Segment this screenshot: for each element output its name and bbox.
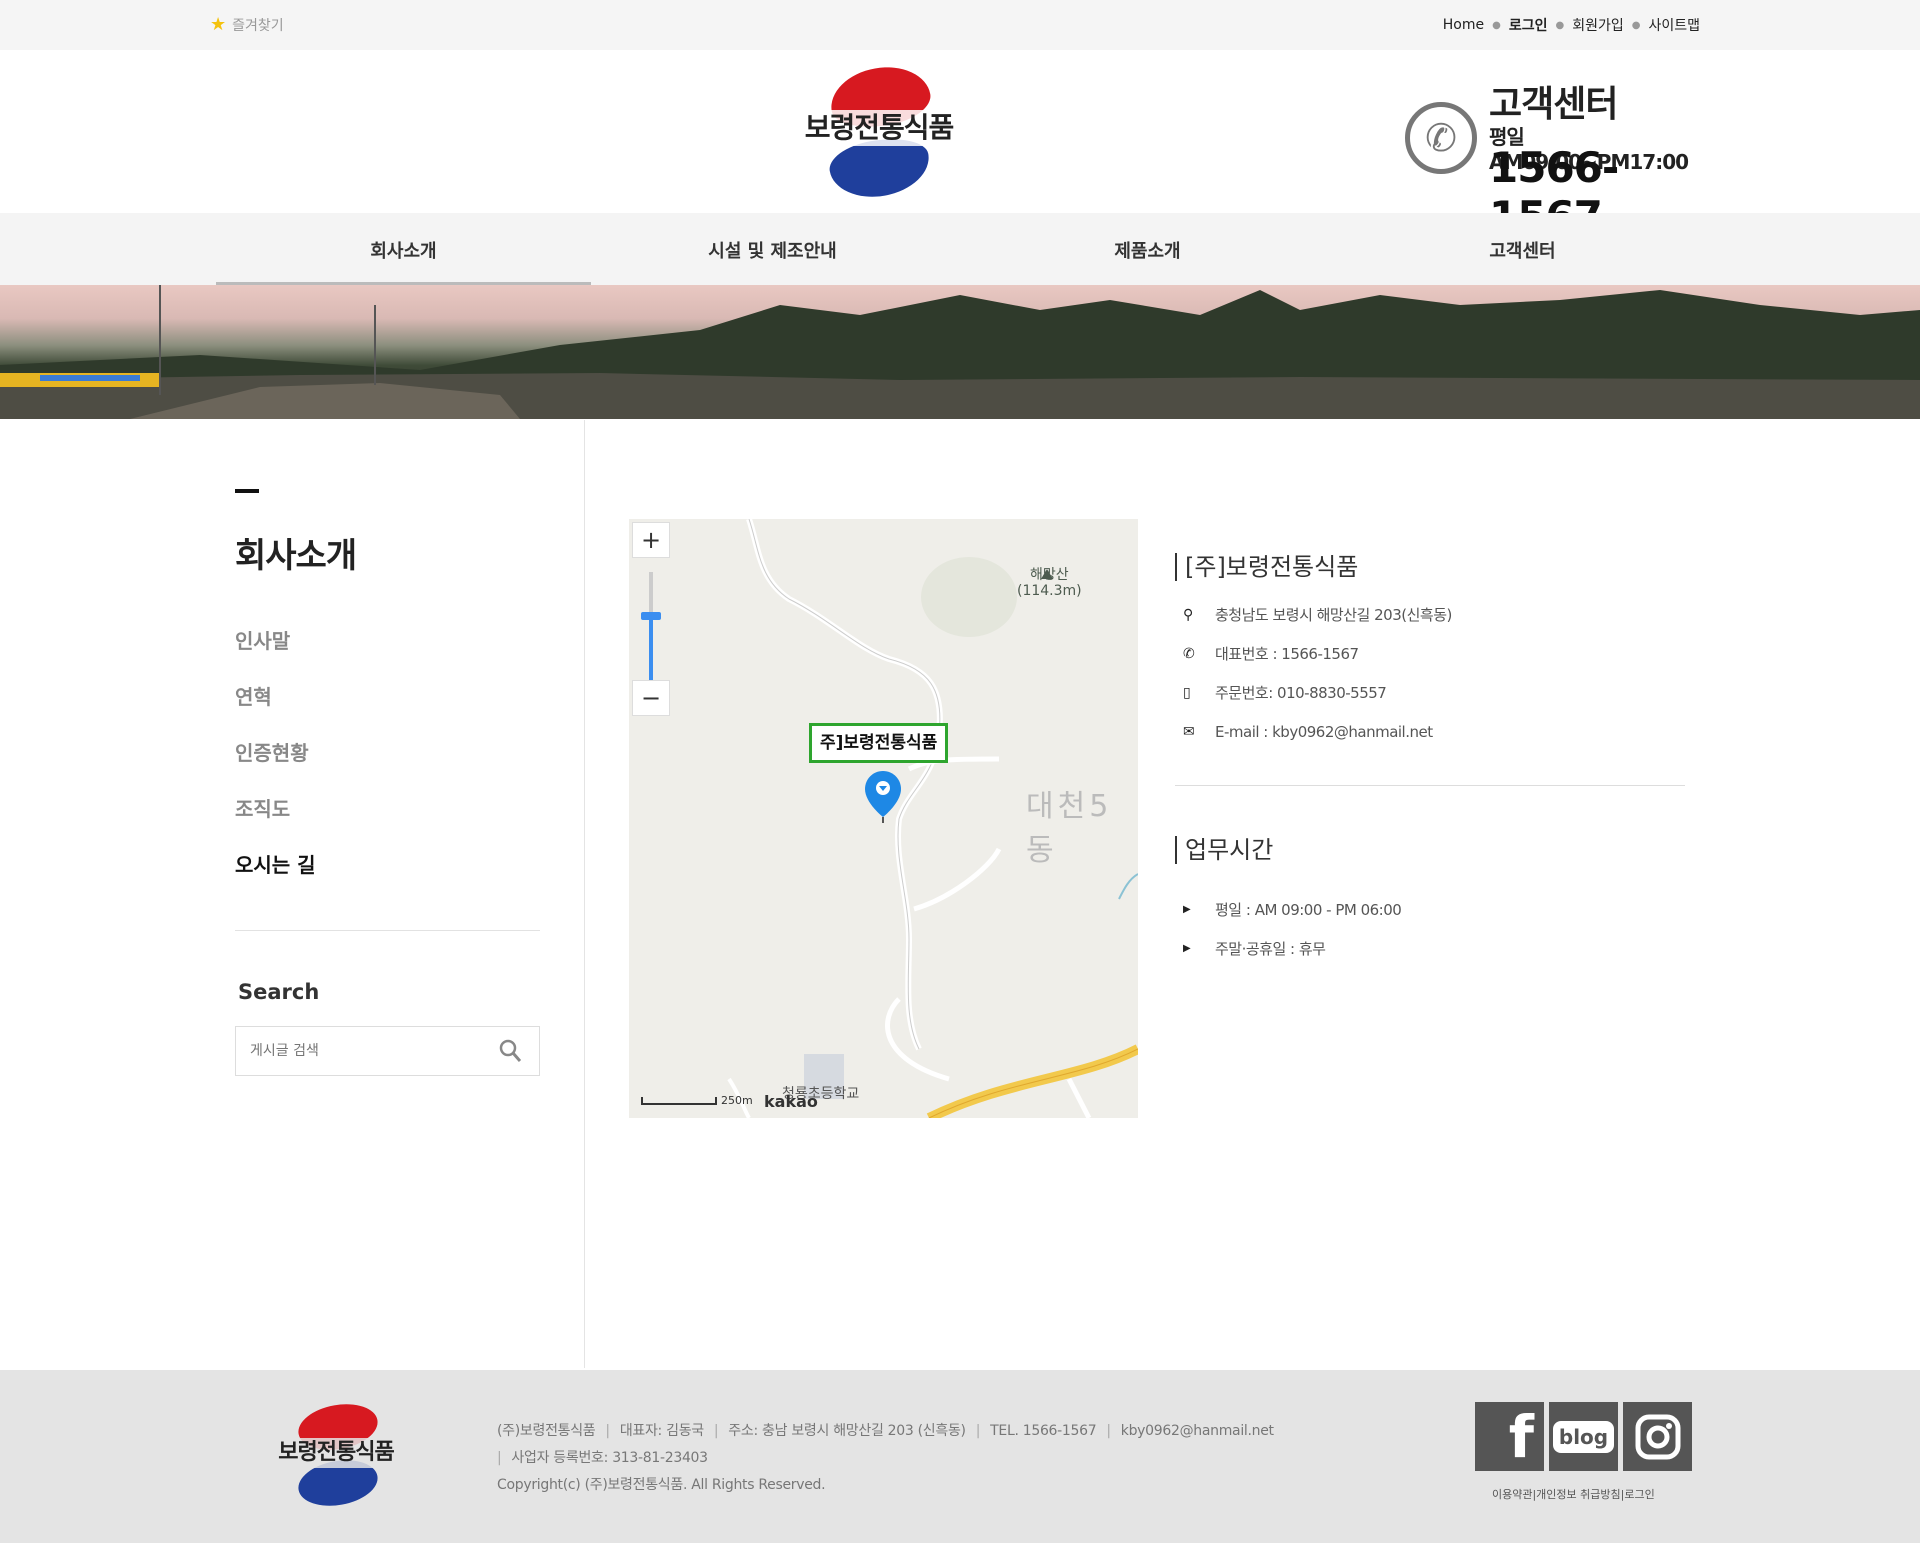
- footer-ceo: 대표자: 김동국: [619, 1423, 704, 1439]
- company-info: [주]보령전통식품 ⚲ 충청남도 보령시 해망산길 203(신흑동) ✆ 대표번…: [1175, 553, 1685, 968]
- site-header: 보령전통식품 ✆ 고객센터 평일 AM09:00~PM17:00 1566-15…: [0, 50, 1920, 241]
- customer-center: ✆ 고객센터 평일 AM09:00~PM17:00 1566-1567: [1405, 75, 1705, 241]
- address-text: 충청남도 보령시 해망산길 203(신흑동): [1215, 606, 1452, 624]
- cs-title: 고객센터: [1489, 84, 1618, 125]
- order-phone-row: ▯ 주문번호: 010-8830-5557: [1175, 673, 1685, 712]
- footer-email: kby0962@hanmail.net: [1120, 1423, 1274, 1439]
- sidebar-item-greeting[interactable]: 인사말: [235, 625, 540, 681]
- zoom-slider-handle[interactable]: [641, 612, 661, 620]
- mobile-icon: ▯: [1183, 684, 1191, 701]
- footer-logo[interactable]: 보령전통식품: [270, 1398, 402, 1512]
- weekend-hours-row: ▶ 주말·공휴일 : 휴무: [1175, 929, 1685, 968]
- divider: [1175, 785, 1685, 786]
- scale-bar: [641, 1097, 717, 1105]
- signup-link[interactable]: 회원가입: [1572, 15, 1624, 35]
- logo-text: 보령전통식품: [795, 110, 963, 146]
- sidebar-title: 회사소개: [235, 536, 357, 576]
- sidebar-menu: 인사말 연혁 인증현황 조직도 오시는 길: [235, 625, 540, 905]
- main-phone-row: ✆ 대표번호 : 1566-1567: [1175, 634, 1685, 673]
- mountain-height: (114.3m): [1017, 583, 1082, 599]
- nav-facility[interactable]: 시설 및 제조안내: [585, 213, 960, 285]
- footer-logo-text: 보령전통식품: [270, 1438, 402, 1468]
- sidebar-item-directions[interactable]: 오시는 길: [235, 849, 540, 905]
- mountain-name: 해망산: [1030, 567, 1069, 583]
- sidebar-item-organization[interactable]: 조직도: [235, 793, 540, 849]
- scale-value: 250m: [721, 1094, 753, 1107]
- footer-tel: TEL. 1566-1567: [990, 1423, 1097, 1439]
- bookmark-link[interactable]: ★ 즐겨찾기: [210, 14, 284, 35]
- search-title: Search: [238, 980, 320, 1004]
- top-utility-bar: ★ 즐겨찾기 Home ● 로그인 ● 회원가입 ● 사이트맵: [0, 0, 1920, 50]
- blog-label: blog: [1552, 1420, 1615, 1453]
- location-pin-icon: ⚲: [1183, 606, 1193, 623]
- envelope-icon: ✉: [1183, 723, 1195, 740]
- nav-products[interactable]: 제품소개: [960, 213, 1335, 285]
- separator: ●: [1555, 19, 1565, 31]
- content-divider: [584, 420, 585, 1368]
- instagram-glyph: [1635, 1414, 1680, 1459]
- triangle-bullet-icon: ▶: [1183, 904, 1191, 915]
- site-footer: 보령전통식품 (주)보령전통식품 | 대표자: 김동국 | 주소: 충남 보령시 해망산…: [0, 1370, 1920, 1543]
- map-pin-icon[interactable]: [865, 771, 901, 823]
- mountain-scenery: [0, 285, 1920, 419]
- home-link[interactable]: Home: [1443, 17, 1484, 33]
- place-label: 주]보령전통식품: [809, 723, 949, 763]
- main-nav: 회사소개 시설 및 제조안내 제품소개 고객센터: [0, 213, 1920, 285]
- nav-customer-center[interactable]: 고객센터: [1335, 213, 1710, 285]
- top-links: Home ● 로그인 ● 회원가입 ● 사이트맵: [1443, 15, 1700, 35]
- order-phone-text: 주문번호: 010-8830-5557: [1215, 684, 1387, 702]
- bookmark-label: 즐겨찾기: [232, 17, 284, 34]
- sitemap-link[interactable]: 사이트맵: [1648, 15, 1700, 35]
- search-icon[interactable]: [499, 1039, 521, 1065]
- landscape-banner: [0, 285, 1920, 419]
- address-row: ⚲ 충청남도 보령시 해망산길 203(신흑동): [1175, 595, 1685, 634]
- star-icon: ★: [210, 14, 227, 35]
- sidebar-item-history[interactable]: 연혁: [235, 681, 540, 737]
- location-map[interactable]: + − 해망산 (114.3m) 대천5동 주]보령전통식품 청룡초등학교 25…: [629, 519, 1138, 1118]
- zoom-out-button[interactable]: −: [632, 680, 670, 716]
- divider: [235, 930, 540, 931]
- nav-company[interactable]: 회사소개: [216, 213, 591, 285]
- blog-icon[interactable]: blog: [1549, 1402, 1618, 1471]
- separator: ●: [1492, 19, 1501, 31]
- search-box: [235, 1026, 540, 1076]
- kakao-logo: kakao: [764, 1092, 818, 1111]
- footer-company: (주)보령전통식품: [497, 1423, 596, 1439]
- zoom-in-button[interactable]: +: [632, 522, 670, 558]
- mountain-label: 해망산 (114.3m): [1017, 567, 1082, 599]
- zoom-control: + −: [632, 522, 670, 716]
- sidebar-item-certifications[interactable]: 인증현황: [235, 737, 540, 793]
- hours-title: 업무시간: [1175, 836, 1685, 864]
- footer-info: (주)보령전통식품 | 대표자: 김동국 | 주소: 충남 보령시 해망산길 203 (…: [497, 1418, 1274, 1499]
- phone-icon: ✆: [1183, 645, 1195, 662]
- triangle-bullet-icon: ▶: [1183, 943, 1191, 954]
- main-phone-text: 대표번호 : 1566-1567: [1215, 645, 1359, 663]
- search-input[interactable]: [248, 1027, 478, 1075]
- district-label: 대천5동: [1026, 789, 1113, 868]
- facebook-icon[interactable]: f: [1475, 1402, 1544, 1471]
- map-scale: 250m: [641, 1094, 753, 1107]
- email-row: ✉ E-mail : kby0962@hanmail.net: [1175, 712, 1685, 751]
- site-logo[interactable]: 보령전통식품: [795, 59, 963, 205]
- weekday-hours-row: ▶ 평일 : AM 09:00 - PM 06:00: [1175, 890, 1685, 929]
- footer-biz-no: 사업자 등록번호: 313-81-23403: [511, 1450, 708, 1466]
- instagram-icon[interactable]: [1623, 1402, 1692, 1471]
- weekday-hours-text: 평일 : AM 09:00 - PM 06:00: [1215, 901, 1402, 919]
- footer-links[interactable]: 이용약관|개인정보 취급방침|로그인: [1492, 1486, 1655, 1502]
- phone-icon: ✆: [1405, 102, 1477, 174]
- weekend-hours-text: 주말·공휴일 : 휴무: [1215, 940, 1326, 958]
- footer-copyright: Copyright(c) (주)보령전통식품. All Rights Reser…: [497, 1477, 826, 1493]
- email-text: E-mail : kby0962@hanmail.net: [1215, 722, 1433, 741]
- social-links: f blog: [1475, 1402, 1692, 1471]
- login-link[interactable]: 로그인: [1509, 15, 1548, 35]
- title-accent-dash: [235, 489, 259, 493]
- footer-address: 주소: 충남 보령시 해망산길 203 (신흑동): [728, 1423, 966, 1439]
- separator: ●: [1631, 19, 1641, 31]
- company-title: [주]보령전통식품: [1175, 553, 1685, 581]
